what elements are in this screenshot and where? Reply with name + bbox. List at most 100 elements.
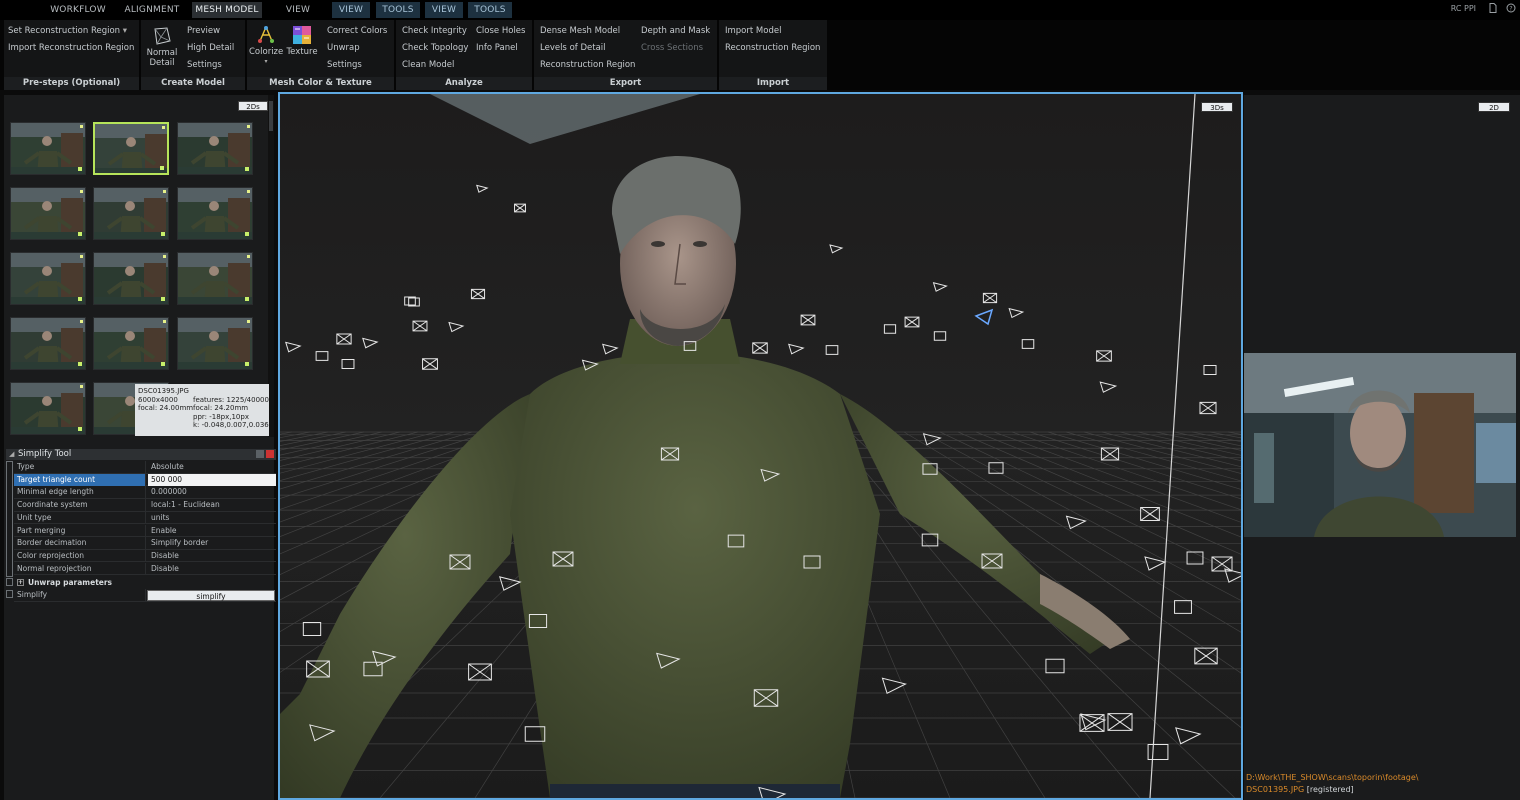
action-marker — [6, 590, 13, 598]
tab-mesh-model[interactable]: MESH MODEL — [192, 2, 262, 18]
image-thumbnail[interactable] — [10, 122, 86, 175]
texture-settings-button[interactable]: Settings — [327, 60, 362, 70]
property-value[interactable]: Disable — [148, 563, 276, 575]
image-filename: DSC01395.JPG — [1246, 785, 1305, 794]
scroll-thumb[interactable] — [269, 101, 273, 131]
tab-workflow[interactable]: WORKFLOW — [44, 2, 112, 18]
tab-view-context-2[interactable]: VIEW — [425, 2, 463, 18]
collapse-triangle-icon[interactable]: ◢ — [9, 449, 14, 460]
colorize-button[interactable]: Colorize ▾ — [249, 25, 283, 67]
3d-scene[interactable] — [280, 94, 1241, 798]
feature-marker — [163, 255, 166, 258]
import-model-button[interactable]: Import Model — [725, 26, 781, 36]
image-thumbnail[interactable] — [93, 122, 169, 175]
registered-indicator — [160, 166, 164, 170]
clean-model-button[interactable]: Clean Model — [402, 60, 454, 70]
document-icon[interactable] — [1488, 3, 1498, 14]
correct-colors-button[interactable]: Correct Colors — [327, 26, 387, 36]
images-mode-button[interactable]: 2Ds — [238, 101, 268, 111]
expand-icon[interactable]: + — [17, 579, 24, 586]
info-panel-button[interactable]: Info Panel — [476, 43, 518, 53]
property-value[interactable]: 500 000 — [148, 473, 276, 486]
group-title-import: Import — [719, 77, 827, 90]
image-thumbnail[interactable] — [10, 382, 86, 435]
image-thumbnail[interactable] — [177, 187, 253, 240]
property-row[interactable]: Unit type units — [14, 511, 276, 525]
source-photo[interactable] — [1244, 353, 1516, 537]
property-value[interactable]: Enable — [148, 525, 276, 537]
check-topology-button[interactable]: Check Topology — [402, 43, 468, 53]
check-integrity-button[interactable]: Check Integrity — [402, 26, 467, 36]
tab-tools-context-2[interactable]: TOOLS — [468, 2, 512, 18]
import-reconstruction-region-button-2[interactable]: Reconstruction Region — [725, 43, 820, 53]
normal-detail-button[interactable]: Normal Detail — [145, 26, 179, 68]
feature-marker — [247, 190, 250, 193]
image-thumbnail[interactable] — [10, 252, 86, 305]
image-thumbnail[interactable] — [10, 317, 86, 370]
ribbon-group-color-texture: Colorize ▾ Texture Correct Colors Unwrap… — [247, 20, 394, 90]
image-thumbnail[interactable] — [93, 187, 169, 240]
depth-and-mask-button[interactable]: Depth and Mask — [641, 26, 710, 36]
property-row[interactable]: Normal reprojection Disable — [14, 562, 276, 576]
texture-button[interactable]: Texture — [285, 25, 319, 57]
feature-marker — [247, 125, 250, 128]
property-value[interactable]: Disable — [148, 550, 276, 562]
feature-marker — [247, 255, 250, 258]
property-row[interactable]: Part merging Enable — [14, 524, 276, 538]
registered-indicator — [78, 427, 82, 431]
top-tab-bar: WORKFLOW ALIGNMENT MESH MODEL VIEW VIEW … — [0, 0, 1520, 20]
image-thumbnail[interactable] — [93, 317, 169, 370]
property-row[interactable]: Border decimation Simplify border — [14, 537, 276, 550]
property-row[interactable]: Minimal edge length 0.000000 — [14, 486, 276, 499]
property-value[interactable]: local:1 - Euclidean — [148, 499, 276, 511]
mesh-icon — [151, 26, 173, 46]
preview-button[interactable]: Preview — [187, 26, 220, 36]
normal-detail-label-2: Detail — [149, 58, 175, 68]
normal-detail-label-1: Normal — [146, 48, 178, 58]
viewport-mode-button[interactable]: 3Ds — [1201, 102, 1233, 112]
tooltip-filename: DSC01395.JPG — [138, 387, 189, 395]
dense-mesh-model-button[interactable]: Dense Mesh Model — [540, 26, 620, 36]
group-title-create-model: Create Model — [141, 77, 245, 90]
tab-view-context[interactable]: VIEW — [332, 2, 370, 18]
2d-mode-button[interactable]: 2D — [1478, 102, 1510, 112]
image-status-line: DSC01395.JPG [registered] — [1246, 785, 1354, 794]
export-reconstruction-region-button[interactable]: Reconstruction Region — [540, 60, 635, 70]
property-value[interactable]: units — [148, 512, 276, 524]
property-row[interactable]: Target triangle count 500 000 — [14, 473, 276, 487]
simplify-button[interactable]: simplify — [147, 590, 275, 601]
image-thumbnail[interactable] — [177, 252, 253, 305]
set-reconstruction-region-button[interactable]: Set Reconstruction Region ▾ — [8, 26, 127, 36]
image-thumbnail[interactable] — [93, 252, 169, 305]
property-row[interactable]: Coordinate system local:1 - Euclidean — [14, 499, 276, 512]
registered-indicator — [245, 297, 249, 301]
property-name: Coordinate system — [14, 499, 146, 512]
3d-viewport[interactable]: 3Ds — [278, 92, 1243, 800]
property-row[interactable]: Color reprojection Disable — [14, 549, 276, 563]
property-value[interactable]: Absolute — [148, 461, 276, 473]
cross-sections-button[interactable]: Cross Sections — [641, 43, 703, 53]
unwrap-parameters-section[interactable]: + Unwrap parameters — [14, 577, 276, 589]
high-detail-button[interactable]: High Detail — [187, 43, 234, 53]
property-row[interactable]: Type Absolute — [14, 461, 276, 474]
property-name: Border decimation — [14, 537, 146, 550]
image-thumbnail[interactable] — [177, 317, 253, 370]
feature-marker — [163, 190, 166, 193]
levels-of-detail-button[interactable]: Levels of Detail — [540, 43, 606, 53]
property-value[interactable]: Simplify border — [148, 537, 276, 549]
import-reconstruction-region-button[interactable]: Import Reconstruction Region — [8, 43, 134, 53]
help-icon[interactable]: ? — [1506, 3, 1516, 14]
property-value[interactable]: 0.000000 — [148, 486, 276, 498]
image-thumbnail[interactable] — [177, 122, 253, 175]
tab-alignment[interactable]: ALIGNMENT — [118, 2, 186, 18]
group-title-analyze: Analyze — [396, 77, 532, 90]
unwrap-button[interactable]: Unwrap — [327, 43, 360, 53]
image-thumbnail[interactable] — [10, 187, 86, 240]
close-holes-button[interactable]: Close Holes — [476, 26, 525, 36]
dock-icon[interactable] — [256, 450, 264, 458]
tab-tools-context[interactable]: TOOLS — [376, 2, 420, 18]
close-icon[interactable] — [266, 450, 274, 458]
tab-view[interactable]: VIEW — [278, 2, 318, 18]
create-settings-button[interactable]: Settings — [187, 60, 222, 70]
image-path: D:\Work\THE_SHOW\scans\toporin\footage\ — [1246, 773, 1419, 782]
